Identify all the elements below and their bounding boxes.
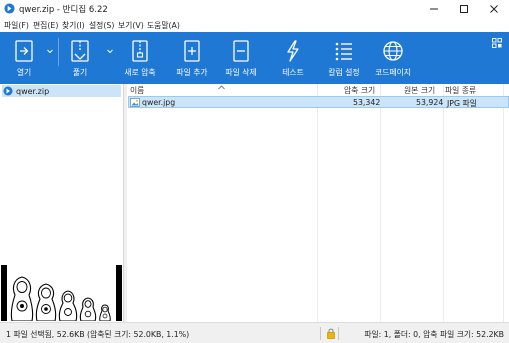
matryoshka-preview-image xyxy=(7,265,116,322)
column-settings-icon xyxy=(335,42,352,61)
delete-file-icon xyxy=(233,40,249,62)
delete-file-label: 파일 삭제 xyxy=(225,68,257,77)
folder-tree-pane: qwer.zip xyxy=(0,84,124,322)
minimize-button[interactable] xyxy=(419,0,449,18)
extract-icon xyxy=(71,40,89,62)
codepage-label: 코드페이지 xyxy=(375,68,411,77)
test-icon xyxy=(287,40,299,62)
open-dropdown-icon[interactable] xyxy=(46,47,54,55)
menu-bar: 파일(F) 편집(E) 찾기(I) 설정(S) 보기(V) 도움말(A) xyxy=(0,18,509,32)
image-file-icon xyxy=(130,98,140,107)
status-bar: 1 파일 선택됨, 52.6KB (압축된 크기: 52.0KB, 1.1%) … xyxy=(0,322,509,343)
original-size-cell: 53,924 xyxy=(416,98,444,107)
bandizip-app-icon xyxy=(4,3,15,14)
status-separator xyxy=(338,327,339,340)
close-icon xyxy=(490,5,498,13)
codepage-button[interactable]: 코드페이지 xyxy=(370,32,416,84)
column-divider xyxy=(380,84,381,322)
new-archive-button[interactable]: 새로 압축 xyxy=(118,32,162,84)
extract-dropdown-icon[interactable] xyxy=(106,47,114,55)
tree-item-archive[interactable]: qwer.zip xyxy=(2,85,121,97)
lock-icon xyxy=(327,328,335,339)
extract-button[interactable]: 풀기 xyxy=(62,32,98,84)
toolbar: 열기 풀기 새로 압축 파일 추가 파일 삭제 테스트 칼럼 설정 코드페이지 xyxy=(0,32,509,84)
minimize-icon xyxy=(430,8,438,10)
file-name-cell: qwer.jpg xyxy=(142,98,176,107)
image-preview xyxy=(1,265,122,322)
add-file-icon xyxy=(184,40,200,62)
archive-status: 파일: 1, 폴더: 0, 압축 파일 크기: 52.2KB xyxy=(364,330,504,339)
file-list-pane: 이름 압축 크기 원본 크기 파일 종류 qwer.jpg 53,342 53,… xyxy=(127,84,509,322)
window-title: qwer.zip - 반디집 6.22 xyxy=(19,5,108,15)
column-settings-label: 칼럼 설정 xyxy=(328,68,360,77)
menu-file[interactable]: 파일(F) xyxy=(4,20,29,31)
column-divider xyxy=(443,84,444,322)
extract-label: 풀기 xyxy=(72,68,88,77)
column-divider xyxy=(503,84,504,322)
menu-settings[interactable]: 설정(S) xyxy=(89,20,114,31)
column-settings-button[interactable]: 칼럼 설정 xyxy=(322,32,366,84)
add-file-label: 파일 추가 xyxy=(176,68,208,77)
title-bar: qwer.zip - 반디집 6.22 xyxy=(0,0,509,18)
maximize-icon xyxy=(460,5,468,13)
compressed-size-cell: 53,342 xyxy=(353,98,381,107)
file-type-cell: JPG 파일 xyxy=(447,99,477,108)
menu-view[interactable]: 보기(V) xyxy=(118,20,144,31)
open-label: 열기 xyxy=(16,68,32,77)
column-divider xyxy=(317,84,318,322)
codepage-icon xyxy=(383,41,403,61)
layout-toggle-icon[interactable] xyxy=(492,38,502,48)
close-button[interactable] xyxy=(479,0,509,18)
table-row[interactable]: qwer.jpg 53,342 53,924 JPG 파일 xyxy=(128,96,509,108)
open-icon xyxy=(15,40,33,62)
maximize-button[interactable] xyxy=(449,0,479,18)
selection-status: 1 파일 선택됨, 52.6KB (압축된 크기: 52.0KB, 1.1%) xyxy=(6,330,190,339)
menu-help[interactable]: 도움말(A) xyxy=(147,20,180,31)
archive-icon xyxy=(3,86,13,96)
tree-item-label: qwer.zip xyxy=(16,86,50,96)
sort-ascending-icon xyxy=(218,85,225,90)
new-archive-label: 새로 압축 xyxy=(124,68,156,77)
open-button[interactable]: 열기 xyxy=(6,32,42,84)
menu-edit[interactable]: 편집(E) xyxy=(33,20,58,31)
status-separator xyxy=(320,327,321,340)
menu-find[interactable]: 찾기(I) xyxy=(62,20,85,31)
delete-file-button[interactable]: 파일 삭제 xyxy=(221,32,261,84)
test-label: 테스트 xyxy=(282,68,304,77)
add-file-button[interactable]: 파일 추가 xyxy=(172,32,212,84)
test-button[interactable]: 테스트 xyxy=(276,32,310,84)
new-archive-icon xyxy=(132,40,148,62)
toolbar-separator xyxy=(58,38,59,66)
